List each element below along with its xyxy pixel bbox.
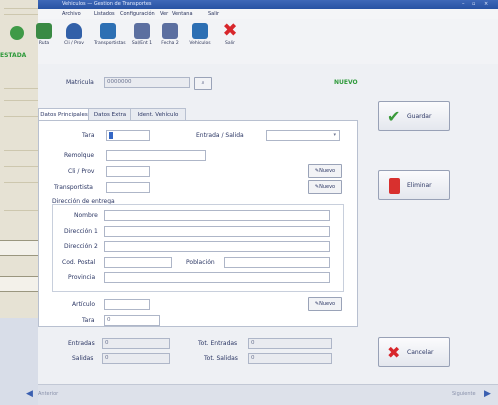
- direccion2-input[interactable]: [104, 241, 330, 252]
- button-label: Eliminar: [407, 182, 432, 189]
- truck-icon: [192, 23, 208, 39]
- tot-entradas-label: Tot. Entradas: [198, 340, 238, 347]
- arrow-right-icon[interactable]: ▶: [484, 389, 491, 399]
- search-icon: ⌕: [201, 80, 205, 86]
- cli-prov-input[interactable]: [106, 166, 150, 177]
- cli-prov-nuevo-button[interactable]: ✎Nuevo: [308, 164, 342, 178]
- tot-entradas-value: 0: [248, 338, 332, 349]
- cart-icon: [134, 23, 150, 39]
- menu-ventana[interactable]: Ventana: [172, 9, 193, 19]
- close-window-button[interactable]: ×: [484, 0, 488, 9]
- toolbar-label: Salir: [225, 41, 235, 46]
- toolbar: Ruta Cli / Prov Transportistas Sal/Ent 1…: [36, 19, 498, 64]
- guardar-button[interactable]: ✔ Guardar: [378, 101, 450, 131]
- toolbar-label: Vehículos: [189, 41, 211, 46]
- button-label: Nuevo: [319, 301, 336, 307]
- cod-postal-input[interactable]: [104, 257, 172, 268]
- nombre-label: Nombre: [74, 212, 98, 219]
- articulo-label: Artículo: [72, 301, 96, 308]
- remolque-input[interactable]: [106, 150, 206, 161]
- menu-salir[interactable]: Salir: [208, 9, 219, 19]
- toolbar-ruta-button[interactable]: Ruta: [30, 23, 58, 63]
- remolque-label: Remolque: [64, 152, 95, 159]
- toolbar-label: Transportistas: [94, 41, 126, 46]
- tara2-label: Tara: [82, 317, 95, 324]
- direccion2-label: Dirección 2: [64, 243, 98, 250]
- poblacion-input[interactable]: [224, 257, 330, 268]
- eliminar-button[interactable]: Eliminar: [378, 170, 450, 200]
- toolbar-label: Sal/Ent 1: [131, 41, 153, 46]
- minimize-button[interactable]: –: [462, 0, 465, 9]
- navigation-bar: ◀ Anterior Siguiente ▶: [26, 384, 498, 405]
- toolbar-cli-prov-button[interactable]: Cli / Prov: [60, 23, 88, 63]
- articulo-input[interactable]: [104, 299, 150, 310]
- main-window: Vehiculos — Gestion de Transportes – ▫ ×…: [26, 0, 498, 405]
- maximize-button[interactable]: ▫: [472, 0, 475, 9]
- toolbar-salir-button[interactable]: ✖ Salir: [216, 20, 244, 63]
- entradas-value: 0: [102, 338, 170, 349]
- salidas-label: Salidas: [72, 355, 94, 362]
- button-label: Guardar: [407, 113, 432, 120]
- toolbar-transportistas-button[interactable]: Transportistas: [94, 23, 126, 63]
- button-label: Cancelar: [407, 349, 434, 356]
- salidas-value: 0: [102, 353, 170, 364]
- truck-icon: [100, 23, 116, 39]
- green-check-icon: [10, 26, 24, 40]
- transportista-nuevo-button[interactable]: ✎Nuevo: [308, 180, 342, 194]
- menu-configuracion[interactable]: Configuración: [120, 9, 155, 19]
- matricula-label: Matricula: [66, 79, 94, 86]
- toolbar-label: Fecha 2: [161, 41, 179, 46]
- tot-salidas-label: Tot. Salidas: [204, 355, 238, 362]
- window-title: Vehiculos — Gestion de Transportes: [62, 1, 152, 7]
- tara-input[interactable]: [106, 130, 150, 141]
- cli-prov-label: Cli / Prov: [68, 168, 95, 175]
- toolbar-fecha2-button[interactable]: Fecha 2: [156, 23, 184, 63]
- users-icon: [66, 23, 82, 39]
- cancel-icon: ✖: [387, 343, 401, 362]
- articulo-nuevo-button[interactable]: ✎Nuevo: [308, 297, 342, 311]
- next-label[interactable]: Siguiente: [452, 391, 476, 397]
- background-status-text: ESTADA: [0, 52, 27, 59]
- title-bar: Vehiculos — Gestion de Transportes – ▫ ×: [38, 0, 498, 9]
- route-icon: [36, 23, 52, 39]
- checkmark-icon: ✔: [387, 107, 401, 126]
- tot-salidas-value: 0: [248, 353, 332, 364]
- cart-icon: [162, 23, 178, 39]
- tara2-input[interactable]: 0: [104, 315, 160, 326]
- trash-icon: [389, 178, 400, 194]
- transportista-label: Transportista: [54, 184, 93, 191]
- search-button[interactable]: ⌕: [194, 77, 212, 90]
- toolbar-label: Cli / Prov: [64, 41, 84, 46]
- direccion1-input[interactable]: [104, 226, 330, 237]
- provincia-input[interactable]: [104, 272, 330, 283]
- provincia-label: Provincia: [68, 274, 96, 281]
- poblacion-label: Población: [186, 259, 215, 266]
- toolbar-vehiculos-button[interactable]: Vehículos: [186, 23, 214, 63]
- status-label: NUEVO: [334, 79, 358, 86]
- toolbar-salent1-button[interactable]: Sal/Ent 1: [128, 23, 156, 63]
- button-label: Nuevo: [319, 168, 336, 174]
- entrada-salida-select[interactable]: ▾: [266, 130, 340, 141]
- arrow-left-icon[interactable]: ◀: [26, 389, 33, 399]
- menu-listados[interactable]: Listados: [94, 9, 115, 19]
- menu-archivo[interactable]: Archivo: [62, 9, 81, 19]
- prev-label[interactable]: Anterior: [38, 391, 58, 397]
- menu-ver[interactable]: Ver: [160, 9, 168, 19]
- direccion1-label: Dirección 1: [64, 228, 98, 235]
- cod-postal-label: Cod. Postal: [62, 259, 96, 266]
- matricula-input[interactable]: 0000000: [104, 77, 190, 88]
- tara-label: Tara: [82, 132, 95, 139]
- toolbar-label: Ruta: [38, 41, 50, 46]
- button-label: Nuevo: [319, 184, 336, 190]
- chevron-down-icon: ▾: [333, 132, 336, 138]
- entradas-label: Entradas: [68, 340, 95, 347]
- close-icon: ✖: [222, 20, 238, 41]
- nombre-input[interactable]: [104, 210, 330, 221]
- entrada-salida-label: Entrada / Salida: [196, 132, 244, 139]
- transportista-input[interactable]: [106, 182, 150, 193]
- cancelar-button[interactable]: ✖ Cancelar: [378, 337, 450, 367]
